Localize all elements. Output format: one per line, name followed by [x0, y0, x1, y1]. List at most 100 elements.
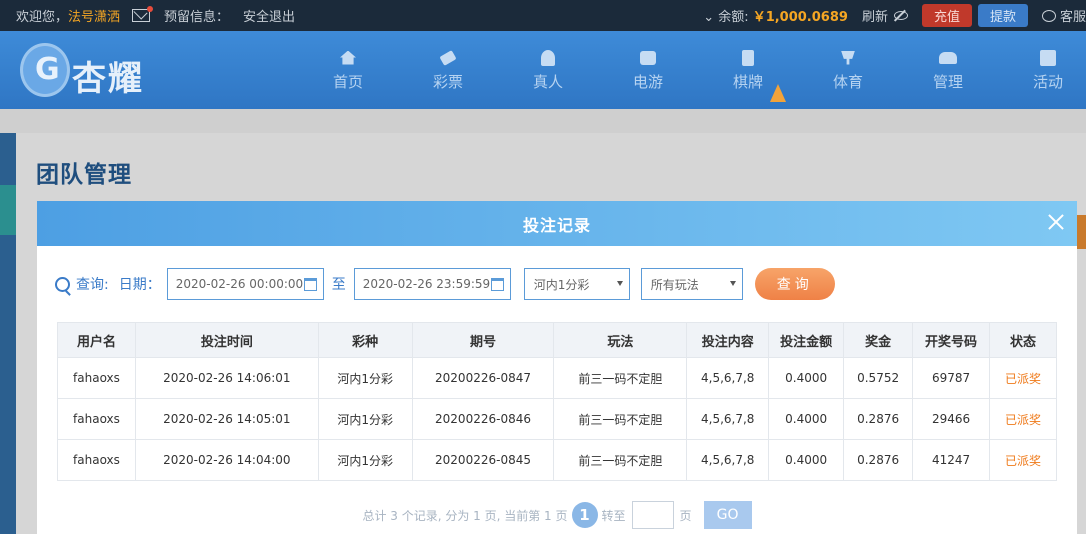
modal-header: 投注记录 [37, 201, 1077, 246]
col-header: 开奖号码 [912, 322, 991, 358]
col-header: 投注金额 [768, 322, 845, 358]
col-header: 期号 [411, 322, 555, 358]
bet-records-table: 用户名 投注时间 彩种 期号 玩法 投注内容 投注金额 奖金 开奖号码 状态 f… [57, 322, 1057, 481]
cell-bet-time: 2020-02-26 14:04:00 [134, 439, 319, 481]
page-unit-label: 页 [679, 508, 692, 523]
nav-item-promotions[interactable]: 活动 [998, 31, 1086, 109]
search-icon [55, 276, 70, 292]
close-icon[interactable] [1047, 213, 1065, 231]
cell-bet-content: 4,5,6,7,8 [686, 439, 770, 481]
cell-lottery: 河内1分彩 [317, 357, 413, 399]
end-date-input[interactable]: 2020-02-26 23:59:59 [353, 268, 511, 300]
cell-bet-amount: 0.4000 [768, 398, 845, 440]
cell-bet-time: 2020-02-26 14:06:01 [134, 357, 319, 399]
cell-play-type: 前三一码不定胆 [553, 439, 688, 481]
col-header: 投注内容 [686, 322, 770, 358]
cell-status: 已派奖 [989, 357, 1057, 399]
withdraw-button[interactable]: 提款 [977, 4, 1028, 27]
to-label: 至 [331, 277, 346, 293]
lottery-select-value: 河内1分彩 [533, 277, 590, 292]
cell-bet-content: 4,5,6,7,8 [686, 357, 770, 399]
logo-text: 杏耀 [72, 59, 144, 99]
cell-play-type: 前三一码不定胆 [553, 398, 688, 440]
page-title: 团队管理 [36, 162, 132, 188]
cell-issue: 20200226-0847 [411, 357, 555, 399]
table-row: fahaoxs 2020-02-26 14:05:01 河内1分彩 202002… [57, 398, 1057, 440]
top-bar: 欢迎您，法号潇洒 预留信息： 安全退出 ⌄ 余额: ￥1,000.0689 刷新… [0, 0, 1086, 31]
cell-issue: 20200226-0846 [411, 398, 555, 440]
play-type-select[interactable]: 所有玩法 [640, 268, 743, 300]
refresh-button[interactable]: 刷新 [862, 6, 888, 25]
date-label: 日期： [118, 277, 161, 293]
customer-service-link[interactable]: 客服 [1060, 6, 1086, 25]
logo[interactable]: 杏耀 [20, 41, 160, 99]
cell-prize: 0.2876 [843, 398, 914, 440]
floating-side-tab[interactable] [1077, 215, 1086, 249]
nav-item-lottery[interactable]: 彩票 [398, 31, 498, 109]
nav-item-live[interactable]: 真人 [498, 31, 598, 109]
table-row: fahaoxs 2020-02-26 14:06:01 河内1分彩 202002… [57, 357, 1057, 399]
cell-bet-amount: 0.4000 [768, 439, 845, 481]
logout-link[interactable]: 安全退出 [243, 6, 295, 25]
chat-icon[interactable] [1041, 9, 1056, 22]
side-menu-active[interactable] [0, 185, 16, 235]
cell-draw-number: 69787 [912, 357, 991, 399]
cell-issue: 20200226-0845 [411, 439, 555, 481]
calendar-icon[interactable] [303, 278, 317, 291]
col-header: 彩种 [317, 322, 413, 358]
card-game-icon [739, 49, 757, 67]
current-page-button[interactable]: 1 [571, 502, 598, 528]
query-label: 查询: [76, 277, 109, 293]
filter-bar: 查询: 日期： 2020-02-26 00:00:00 至 2020-02-26… [55, 268, 835, 300]
nav-item-home[interactable]: 首页 [298, 31, 398, 109]
query-button[interactable]: 查询 [754, 268, 835, 300]
chevron-down-icon [616, 281, 623, 286]
nav-item-sports[interactable]: 体育 [798, 31, 898, 109]
cell-draw-number: 41247 [912, 439, 991, 481]
cell-prize: 0.2876 [843, 439, 914, 481]
col-header: 奖金 [843, 322, 914, 358]
side-menu-strip[interactable] [0, 133, 16, 534]
nav-item-slots[interactable]: 电游 [598, 31, 698, 109]
reserved-info-link[interactable]: 预留信息： [164, 6, 229, 25]
lottery-icon [439, 49, 457, 67]
cell-status: 已派奖 [989, 398, 1057, 440]
cell-bet-content: 4,5,6,7,8 [686, 398, 770, 440]
col-header: 投注时间 [134, 322, 319, 358]
pagination-summary: 总计 3 个记录, 分为 1 页, 当前第 1 页 [362, 508, 568, 523]
cell-lottery: 河内1分彩 [317, 398, 413, 440]
jump-label: 转至 [601, 508, 626, 523]
welcome-text: 欢迎您，法号潇洒 [16, 10, 121, 25]
users-icon [939, 49, 957, 67]
cell-draw-number: 29466 [912, 398, 991, 440]
slot-game-icon [639, 49, 657, 67]
balance-label: ⌄ 余额: [703, 10, 749, 25]
lottery-select[interactable]: 河内1分彩 [523, 268, 630, 300]
end-date-value: 2020-02-26 23:59:59 [362, 277, 491, 291]
jump-page-input[interactable] [631, 501, 674, 529]
modal-title: 投注记录 [522, 215, 591, 235]
cell-status: 已派奖 [989, 439, 1057, 481]
balance-value: ￥1,000.0689 [752, 10, 848, 25]
play-type-select-value: 所有玩法 [650, 277, 699, 292]
cell-username: fahaoxs [57, 357, 136, 399]
bet-records-modal: 投注记录 查询: 日期： 2020-02-26 00:00:00 至 2020-… [37, 201, 1077, 534]
start-date-input[interactable]: 2020-02-26 00:00:00 [166, 268, 324, 300]
home-icon [339, 49, 357, 67]
main-nav: 杏耀 首页 彩票 真人 电游 棋牌 体育 管理 活动 [0, 31, 1086, 109]
calendar-icon[interactable] [490, 278, 504, 291]
table-header-row: 用户名 投注时间 彩种 期号 玩法 投注内容 投注金额 奖金 开奖号码 状态 [57, 322, 1057, 358]
hide-balance-icon[interactable] [893, 11, 908, 20]
nav-item-manage[interactable]: 管理 [898, 31, 998, 109]
col-header: 玩法 [553, 322, 688, 358]
cell-play-type: 前三一码不定胆 [553, 357, 688, 399]
gift-icon [1039, 49, 1057, 67]
cell-username: fahaoxs [57, 439, 136, 481]
sub-nav-band [0, 109, 1086, 133]
logo-emblem [20, 43, 70, 97]
live-casino-icon [539, 49, 557, 67]
mail-icon[interactable] [132, 6, 154, 22]
go-button[interactable]: GO [703, 501, 752, 529]
deposit-button[interactable]: 充值 [921, 4, 972, 27]
start-date-value: 2020-02-26 00:00:00 [175, 277, 304, 291]
